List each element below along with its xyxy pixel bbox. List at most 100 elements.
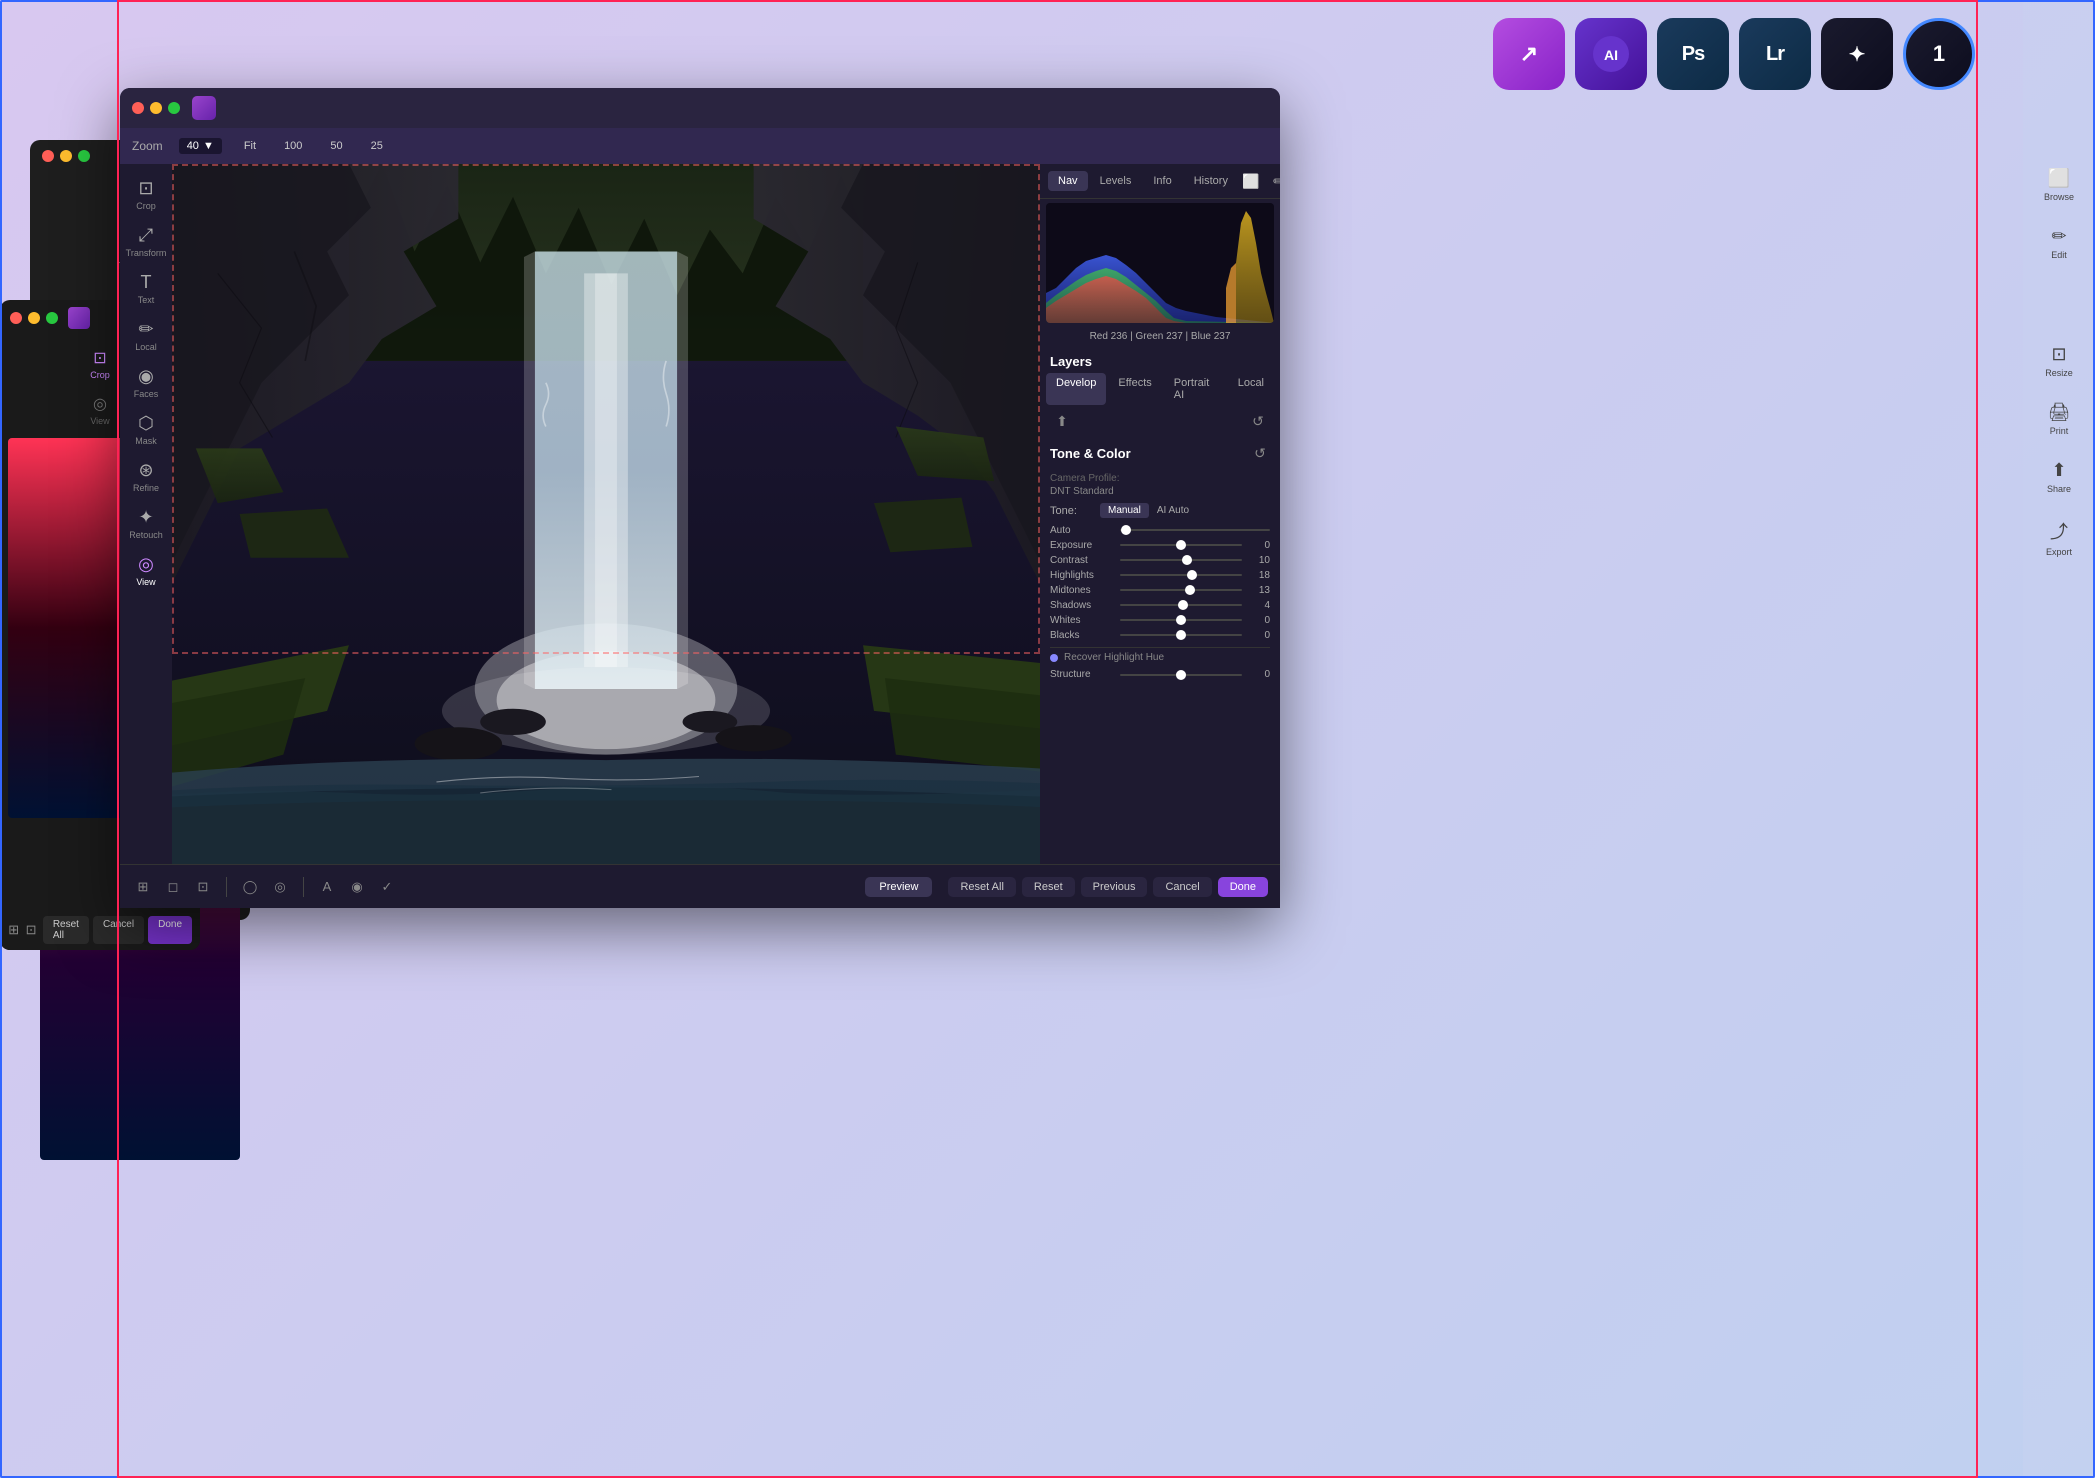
tool-local[interactable]: ✏ Local — [123, 313, 169, 358]
back-tl-yellow[interactable] — [60, 150, 72, 162]
bottom-circle-icon[interactable]: ◯ — [239, 876, 261, 898]
auto-slider[interactable] — [1120, 524, 1270, 536]
dock-icon-num[interactable]: 1 — [1903, 18, 1975, 90]
tool-retouch[interactable]: ✦ Retouch — [123, 501, 169, 546]
tl-red-2[interactable] — [10, 312, 22, 324]
edit-icon: ✏ — [2051, 226, 2066, 247]
bottom-check-icon[interactable]: ✓ — [376, 876, 398, 898]
tool-view[interactable]: ◎ View — [123, 548, 169, 593]
reset-btn[interactable]: Reset — [1022, 877, 1075, 897]
preview-btn[interactable]: Preview — [865, 877, 932, 897]
reset-all-btn[interactable]: Reset All — [948, 877, 1015, 897]
wb2-cancel-btn[interactable]: Cancel — [93, 916, 144, 944]
tool-crop[interactable]: ⊡ Crop — [123, 172, 169, 217]
export-icon: ⤴ — [2050, 518, 2068, 544]
bottom-oval-icon[interactable]: ◉ — [346, 876, 368, 898]
dock-icon-ai[interactable]: AI — [1575, 18, 1647, 90]
layer-tab-develop[interactable]: Develop — [1046, 373, 1106, 405]
tab-nav[interactable]: Nav — [1048, 171, 1088, 191]
resize-icon-btn[interactable]: ⊡ Resize — [2041, 336, 2077, 386]
bottom-target-icon[interactable]: ◎ — [269, 876, 291, 898]
layer-tab-effects[interactable]: Effects — [1108, 373, 1161, 405]
structure-slider[interactable] — [1120, 674, 1242, 676]
back-tl-green[interactable] — [78, 150, 90, 162]
print-icon: 🖨 — [2048, 402, 2071, 423]
bottom-view2-icon[interactable]: ⊡ — [192, 876, 214, 898]
camera-profile-label: Camera Profile: — [1050, 471, 1270, 486]
structure-row: Structure 0 — [1050, 669, 1270, 680]
layer-reset-btn[interactable]: ↺ — [1246, 409, 1270, 433]
layer-tab-portrait-ai[interactable]: Portrait AI — [1164, 373, 1226, 405]
bottom-grid-icon[interactable]: ⊞ — [132, 876, 154, 898]
tab-history[interactable]: History — [1184, 171, 1238, 191]
zoom-100-btn[interactable]: 100 — [278, 138, 308, 154]
bottom-view1-icon[interactable]: ◻ — [162, 876, 184, 898]
ai-auto-btn[interactable]: AI Auto — [1149, 503, 1197, 518]
highlights-slider[interactable] — [1120, 569, 1242, 581]
wb2-view-icon[interactable]: ⊡ — [25, 919, 36, 941]
dock-icon-ps[interactable]: Ps — [1657, 18, 1729, 90]
fit-btn[interactable]: Fit — [238, 138, 262, 154]
contrast-slider[interactable] — [1120, 554, 1242, 566]
exposure-slider[interactable] — [1120, 539, 1242, 551]
layer-upload-btn[interactable]: ⬆ — [1050, 409, 1074, 433]
share-icon-btn[interactable]: ⬆ Share — [2043, 452, 2075, 502]
text-icon: T — [141, 272, 152, 293]
shadows-slider[interactable] — [1120, 599, 1242, 611]
tone-reset-btn[interactable]: ↺ — [1250, 443, 1270, 463]
tab-info[interactable]: Info — [1143, 171, 1181, 191]
export-icon-btn[interactable]: ⤴ Export — [2042, 510, 2076, 565]
dock-icon-arrow[interactable]: ↗ — [1493, 18, 1565, 90]
wb2-tool-crop[interactable]: ⊡ Crop — [86, 344, 114, 384]
canvas-area[interactable] — [172, 164, 1040, 864]
back-tl-red[interactable] — [42, 150, 54, 162]
browse-icon-btn[interactable]: ⬜ Browse — [2040, 160, 2078, 210]
tl-green-2[interactable] — [46, 312, 58, 324]
dock-icon-lr[interactable]: Lr — [1739, 18, 1811, 90]
zoom-25-btn[interactable]: 25 — [365, 138, 389, 154]
wb2-reset-all-btn[interactable]: Reset All — [43, 916, 89, 944]
manual-btn[interactable]: Manual — [1100, 503, 1149, 518]
tool-faces[interactable]: ◉ Faces — [123, 360, 169, 405]
contrast-label: Contrast — [1050, 555, 1120, 566]
done-btn[interactable]: Done — [1218, 877, 1268, 897]
tool-mask[interactable]: ⬡ Mask — [123, 407, 169, 452]
edit-icon-btn[interactable]: ✏ Edit — [2047, 218, 2071, 268]
zoom-dropdown[interactable]: 40 ▼ — [179, 138, 222, 154]
tone-row: Tone: Manual AI Auto — [1050, 503, 1270, 518]
previous-btn[interactable]: Previous — [1081, 877, 1148, 897]
tool-text[interactable]: T Text — [123, 266, 169, 311]
whites-slider[interactable] — [1120, 614, 1242, 626]
main-window: Zoom 40 ▼ Fit 100 50 25 ⊡ Crop ⤢ Transfo… — [120, 88, 1280, 908]
zoom-label: Zoom — [132, 139, 163, 153]
separator-2 — [303, 877, 304, 897]
print-icon-btn[interactable]: 🖨 Print — [2044, 394, 2075, 444]
browse-nav-icon[interactable]: ⬜ — [1240, 170, 1262, 192]
cancel-btn[interactable]: Cancel — [1153, 877, 1211, 897]
wb2-done-btn[interactable]: Done — [148, 916, 192, 944]
main-tl-green[interactable] — [168, 102, 180, 114]
local-icon: ✏ — [138, 319, 153, 340]
structure-value: 0 — [1242, 669, 1270, 680]
dock-icon-sp[interactable]: ✦ — [1821, 18, 1893, 90]
midtones-slider[interactable] — [1120, 584, 1242, 596]
main-tl-red[interactable] — [132, 102, 144, 114]
midtones-label: Midtones — [1050, 585, 1120, 596]
separator-1 — [226, 877, 227, 897]
recover-row: Recover Highlight Hue — [1050, 647, 1270, 663]
edit-nav-icon[interactable]: ✏ — [1268, 170, 1280, 192]
wb2-logo — [68, 307, 90, 329]
blacks-label: Blacks — [1050, 630, 1120, 641]
tool-refine[interactable]: ⊛ Refine — [123, 454, 169, 499]
blacks-value: 0 — [1242, 630, 1270, 641]
tool-transform[interactable]: ⤢ Transform — [123, 219, 169, 264]
tab-levels[interactable]: Levels — [1090, 171, 1142, 191]
zoom-50-btn[interactable]: 50 — [324, 138, 348, 154]
tl-yellow-2[interactable] — [28, 312, 40, 324]
main-tl-yellow[interactable] — [150, 102, 162, 114]
wb2-tool-view[interactable]: ◎ View — [86, 390, 113, 430]
wb2-grid-icon[interactable]: ⊞ — [8, 919, 19, 941]
blacks-slider[interactable] — [1120, 629, 1242, 641]
bottom-a-icon[interactable]: A — [316, 876, 338, 898]
layer-tab-local[interactable]: Local — [1228, 373, 1274, 405]
